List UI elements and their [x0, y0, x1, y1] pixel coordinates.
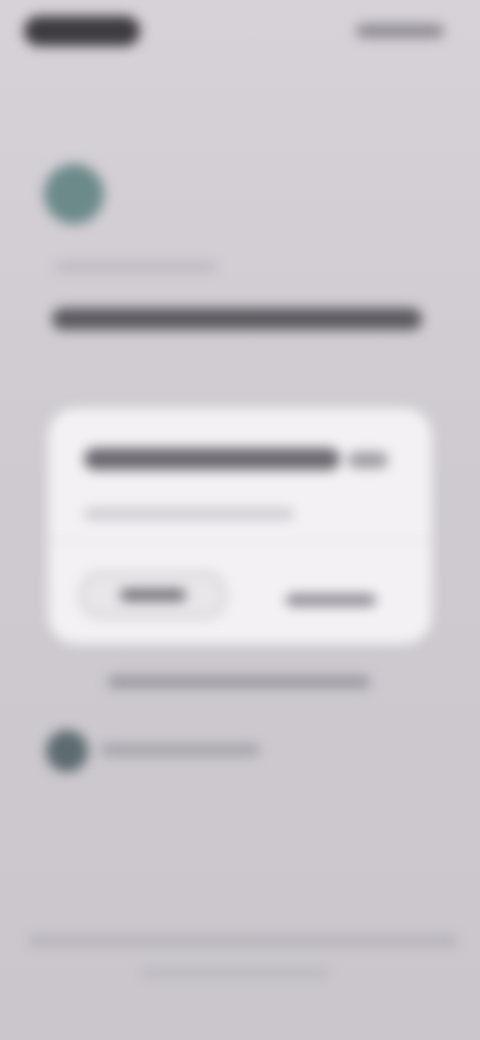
card-primary-button[interactable] [80, 572, 226, 618]
footer-line-2-placeholder [140, 968, 330, 978]
headline-placeholder [52, 308, 422, 330]
card-title-suffix-placeholder [348, 452, 388, 468]
card [48, 408, 432, 644]
row-avatar [46, 730, 88, 772]
card-secondary-button[interactable] [286, 594, 376, 606]
status-indicators [356, 24, 444, 38]
card-divider [48, 540, 432, 542]
blurred-screen [0, 0, 480, 1040]
card-primary-button-label-placeholder [120, 589, 186, 601]
row-text-placeholder [100, 744, 260, 756]
helper-text-placeholder [108, 676, 370, 688]
avatar [44, 164, 104, 224]
status-pill [24, 16, 140, 46]
status-bar [0, 0, 480, 64]
kicker-text-placeholder [56, 262, 216, 272]
card-subtitle-placeholder [84, 508, 294, 520]
footer-line-1-placeholder [28, 936, 458, 946]
card-title-placeholder [84, 448, 340, 470]
